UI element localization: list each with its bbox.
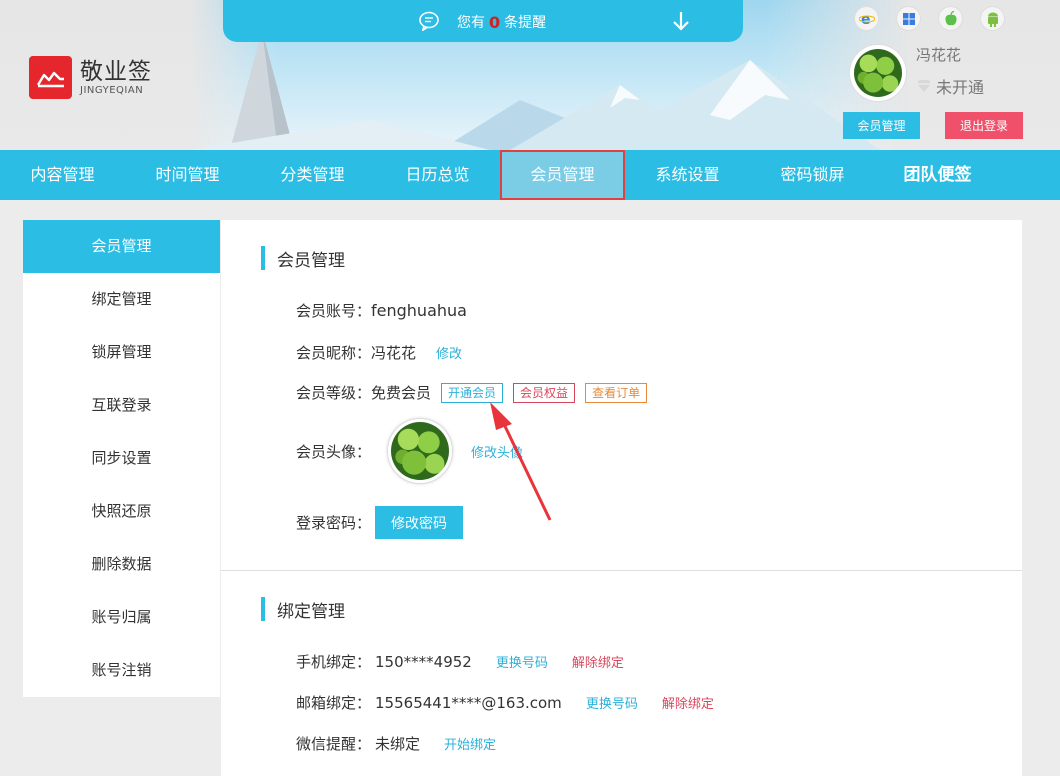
- unbind-email-link[interactable]: 解除绑定: [662, 693, 714, 712]
- user-avatar[interactable]: [849, 44, 907, 102]
- diamond-icon: [917, 80, 931, 92]
- level-label: 会员等级：: [296, 384, 372, 402]
- wechat-row: 微信提醒： 未绑定 开始绑定: [296, 733, 496, 754]
- nav-member[interactable]: 会员管理: [500, 150, 625, 200]
- header: 您有 0 条提醒 敬业签 JINGYEQIAN e 冯花花 未开通 会员管理 退…: [0, 0, 1060, 150]
- android-icon[interactable]: [980, 6, 1005, 31]
- nickname-value: 冯花花: [371, 344, 417, 362]
- view-orders-button[interactable]: 查看订单: [585, 382, 648, 403]
- logo-title: 敬业签: [80, 59, 152, 85]
- change-password-button[interactable]: 修改密码: [375, 506, 464, 539]
- windows-icon[interactable]: [896, 6, 921, 31]
- sidebar-item-cancel[interactable]: 账号注销: [23, 644, 220, 697]
- user-name: 冯花花: [916, 46, 962, 64]
- svg-text:e: e: [861, 12, 871, 27]
- phone-label: 手机绑定：: [296, 653, 372, 671]
- main-nav: 内容管理 时间管理 分类管理 日历总览 会员管理 系统设置 密码锁屏 团队便签: [0, 150, 1060, 200]
- notification-prefix: 您有: [457, 15, 485, 31]
- level-row: 会员等级： 免费会员 开通会员 会员权益 查看订单: [296, 382, 648, 403]
- wechat-label: 微信提醒：: [296, 735, 372, 753]
- nickname-row: 会员昵称： 冯花花 修改: [296, 342, 462, 363]
- membership-rights-button[interactable]: 会员权益: [513, 382, 576, 403]
- sidebar: 会员管理 绑定管理 锁屏管理 互联登录 同步设置 快照还原 删除数据 账号归属 …: [23, 220, 220, 697]
- account-value: fenghuahua: [371, 301, 467, 320]
- apple-icon[interactable]: [938, 6, 963, 31]
- platform-links: e: [854, 6, 1005, 31]
- phone-value: 150****4952: [375, 652, 472, 671]
- avatar-row: 会员头像： 修改头像: [296, 418, 523, 484]
- sidebar-item-sync[interactable]: 同步设置: [23, 432, 220, 485]
- avatar-label: 会员头像：: [296, 442, 372, 461]
- sidebar-item-binding[interactable]: 绑定管理: [23, 273, 220, 326]
- sidebar-item-connect[interactable]: 互联登录: [23, 379, 220, 432]
- phone-row: 手机绑定： 150****4952 更换号码 解除绑定: [296, 651, 624, 672]
- unbind-phone-link[interactable]: 解除绑定: [572, 652, 624, 671]
- arrow-down-icon[interactable]: [671, 10, 691, 32]
- notification-bar[interactable]: 您有 0 条提醒: [223, 0, 743, 42]
- edit-avatar-link[interactable]: 修改头像: [471, 442, 523, 461]
- nav-calendar[interactable]: 日历总览: [375, 150, 500, 200]
- nav-time[interactable]: 时间管理: [125, 150, 250, 200]
- member-section-title: 会员管理: [261, 246, 345, 271]
- edit-nickname-link[interactable]: 修改: [436, 343, 462, 362]
- account-row: 会员账号： fenghuahua: [296, 300, 467, 321]
- sidebar-item-member[interactable]: 会员管理: [23, 220, 220, 273]
- member-management-button[interactable]: 会员管理: [843, 112, 920, 139]
- notification-suffix: 条提醒: [504, 15, 547, 31]
- bind-wechat-link[interactable]: 开始绑定: [444, 734, 496, 753]
- email-value: 15565441****@163.com: [375, 693, 562, 712]
- logo[interactable]: 敬业签 JINGYEQIAN: [29, 56, 152, 99]
- nickname-label: 会员昵称：: [296, 344, 372, 362]
- password-row: 登录密码： 修改密码: [296, 506, 464, 539]
- vip-status-text: 未开通: [936, 78, 985, 97]
- nav-settings[interactable]: 系统设置: [625, 150, 750, 200]
- vip-status: 未开通: [916, 74, 984, 98]
- nav-content[interactable]: 内容管理: [0, 150, 125, 200]
- sidebar-item-delete[interactable]: 删除数据: [23, 538, 220, 591]
- logout-button[interactable]: 退出登录: [945, 112, 1023, 139]
- sidebar-item-ownership[interactable]: 账号归属: [23, 591, 220, 644]
- level-value: 免费会员: [371, 384, 432, 402]
- section-divider: [221, 570, 1022, 571]
- sidebar-item-snapshot[interactable]: 快照还原: [23, 485, 220, 538]
- member-avatar[interactable]: [387, 418, 454, 484]
- wechat-value: 未绑定: [375, 735, 421, 753]
- nav-lock-screen[interactable]: 密码锁屏: [750, 150, 875, 200]
- ie-icon[interactable]: e: [854, 6, 879, 31]
- change-phone-link[interactable]: 更换号码: [496, 652, 548, 671]
- logo-subtitle: JINGYEQIAN: [80, 85, 144, 96]
- main-content: 会员管理 会员账号： fenghuahua 会员昵称： 冯花花 修改 会员等级：…: [221, 220, 1022, 776]
- notification-text: 您有 0 条提醒: [457, 12, 546, 32]
- nav-category[interactable]: 分类管理: [250, 150, 375, 200]
- change-email-link[interactable]: 更换号码: [586, 693, 638, 712]
- nav-team[interactable]: 团队便签: [875, 150, 1000, 200]
- email-row: 邮箱绑定： 15565441****@163.com 更换号码 解除绑定: [296, 692, 714, 713]
- open-membership-button[interactable]: 开通会员: [441, 382, 504, 403]
- chat-bubble-icon: [419, 11, 439, 31]
- logo-icon: [29, 56, 72, 99]
- notification-count: 0: [489, 12, 501, 32]
- sidebar-item-lock[interactable]: 锁屏管理: [23, 326, 220, 379]
- email-label: 邮箱绑定：: [296, 694, 372, 712]
- account-label: 会员账号：: [296, 302, 372, 320]
- binding-section-title: 绑定管理: [261, 597, 345, 622]
- password-label: 登录密码：: [296, 514, 372, 532]
